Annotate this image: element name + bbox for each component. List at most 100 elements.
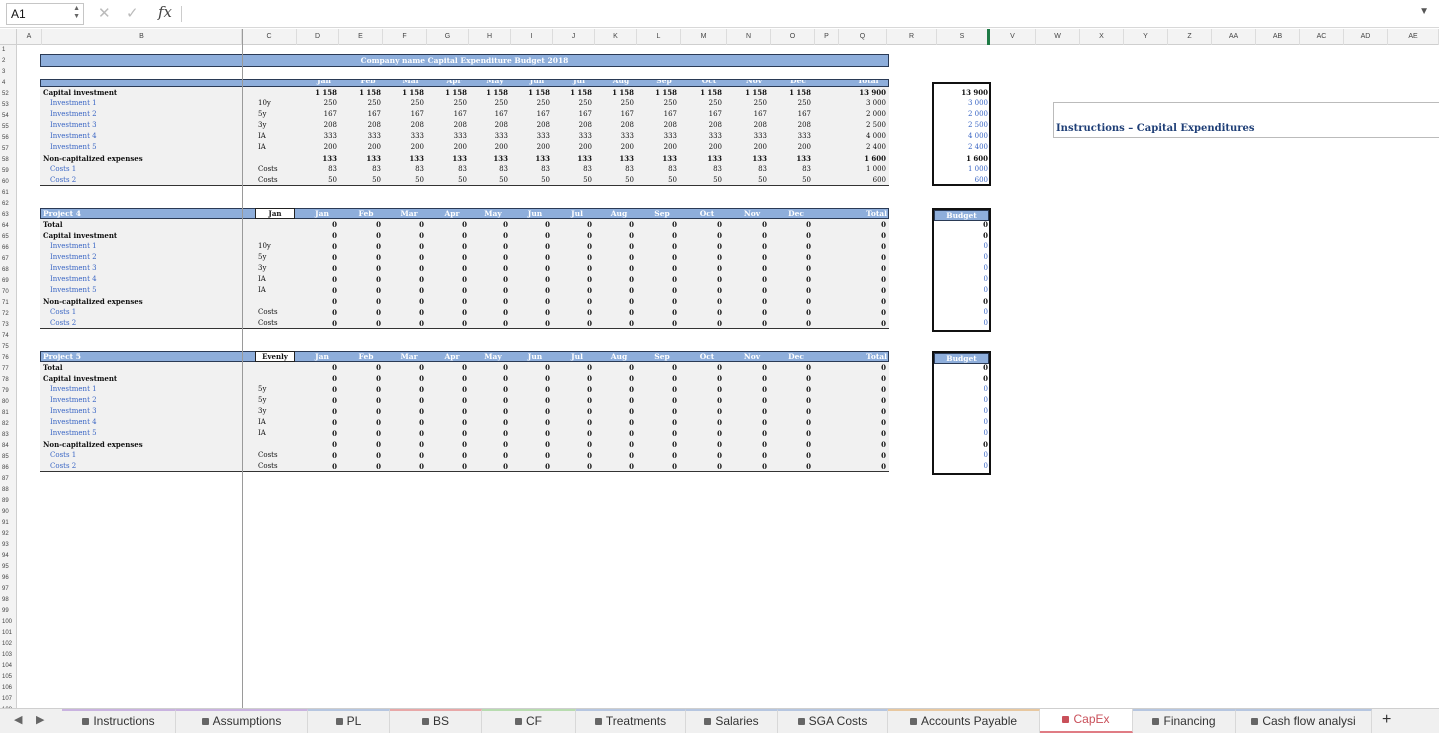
column-header-w[interactable]: W bbox=[1036, 29, 1080, 45]
column-header-k[interactable]: K bbox=[595, 29, 637, 45]
column-header-j[interactable]: J bbox=[553, 29, 595, 45]
row-header-99[interactable]: 99 bbox=[0, 606, 16, 617]
column-header-q[interactable]: Q bbox=[839, 29, 887, 45]
row-header-63[interactable]: 63 bbox=[0, 210, 16, 221]
tab-bs[interactable]: ▲BS bbox=[390, 709, 482, 733]
row-header-65[interactable]: 65 bbox=[0, 232, 16, 243]
row-header-91[interactable]: 91 bbox=[0, 518, 16, 529]
column-header-c[interactable]: C bbox=[242, 29, 297, 45]
column-header-aa[interactable]: AA bbox=[1212, 29, 1256, 45]
row-header-66[interactable]: 66 bbox=[0, 243, 16, 254]
name-box-spinner-icon[interactable]: ▲ ▼ bbox=[73, 5, 80, 21]
tab-cf[interactable]: ▲ CF bbox=[482, 709, 576, 733]
column-header-g[interactable]: G bbox=[427, 29, 469, 45]
row-header-103[interactable]: 103 bbox=[0, 650, 16, 661]
row-header-93[interactable]: 93 bbox=[0, 540, 16, 551]
row-header-1[interactable]: 1 bbox=[0, 45, 16, 56]
column-header-y[interactable]: Y bbox=[1124, 29, 1168, 45]
row-header-83[interactable]: 83 bbox=[0, 430, 16, 441]
row-header-52[interactable]: 52 bbox=[0, 89, 16, 100]
row-header-67[interactable]: 67 bbox=[0, 254, 16, 265]
cancel-icon[interactable]: ✕ bbox=[98, 4, 111, 22]
column-header-m[interactable]: M bbox=[681, 29, 727, 45]
column-header-v[interactable]: V bbox=[990, 29, 1036, 45]
row-header-55[interactable]: 55 bbox=[0, 122, 16, 133]
name-box[interactable]: A1 ▲ ▼ bbox=[6, 3, 84, 25]
row-header-3[interactable]: 3 bbox=[0, 67, 16, 78]
row-header-62[interactable]: 62 bbox=[0, 199, 16, 210]
row-header-96[interactable]: 96 bbox=[0, 573, 16, 584]
tab-accounts-payable[interactable]: ▲Accounts Payable bbox=[888, 709, 1040, 733]
row-header-71[interactable]: 71 bbox=[0, 298, 16, 309]
row-header-84[interactable]: 84 bbox=[0, 441, 16, 452]
confirm-icon[interactable]: ✓ bbox=[126, 4, 139, 22]
row-header-106[interactable]: 106 bbox=[0, 683, 16, 694]
column-header-ad[interactable]: AD bbox=[1344, 29, 1388, 45]
column-header-ac[interactable]: AC bbox=[1300, 29, 1344, 45]
tab-assumptions[interactable]: ▲Assumptions bbox=[176, 709, 308, 733]
sheet-grid[interactable]: Instructions – Capital Expenditures Comp… bbox=[17, 45, 1439, 708]
row-header-69[interactable]: 69 bbox=[0, 276, 16, 287]
row-header-107[interactable]: 107 bbox=[0, 694, 16, 705]
column-header-e[interactable]: E bbox=[339, 29, 383, 45]
row-header-97[interactable]: 97 bbox=[0, 584, 16, 595]
row-header-54[interactable]: 54 bbox=[0, 111, 16, 122]
row-header-101[interactable]: 101 bbox=[0, 628, 16, 639]
column-header-x[interactable]: X bbox=[1080, 29, 1124, 45]
tab-financing[interactable]: ▲Financing bbox=[1133, 709, 1236, 733]
prev-sheet-icon[interactable]: ◀ bbox=[14, 713, 22, 726]
row-header-86[interactable]: 86 bbox=[0, 463, 16, 474]
formula-expand-icon[interactable]: ▼ bbox=[1419, 6, 1429, 17]
row-header-77[interactable]: 77 bbox=[0, 364, 16, 375]
tab-pl[interactable]: ▲PL bbox=[308, 709, 390, 733]
row-header-95[interactable]: 95 bbox=[0, 562, 16, 573]
row-header-58[interactable]: 58 bbox=[0, 155, 16, 166]
row-header-105[interactable]: 105 bbox=[0, 672, 16, 683]
block2-distribution-mode[interactable]: Jan bbox=[255, 208, 295, 219]
row-header-94[interactable]: 94 bbox=[0, 551, 16, 562]
function-icon[interactable]: fx bbox=[158, 3, 172, 21]
row-header-68[interactable]: 68 bbox=[0, 265, 16, 276]
column-header-f[interactable]: F bbox=[383, 29, 427, 45]
column-header-ab[interactable]: AB bbox=[1256, 29, 1300, 45]
row-header-72[interactable]: 72 bbox=[0, 309, 16, 320]
column-header-r[interactable]: R bbox=[887, 29, 937, 45]
tab-instructions[interactable]: ▲Instructions bbox=[62, 709, 176, 733]
row-header-81[interactable]: 81 bbox=[0, 408, 16, 419]
row-header-104[interactable]: 104 bbox=[0, 661, 16, 672]
row-header-98[interactable]: 98 bbox=[0, 595, 16, 606]
row-header-88[interactable]: 88 bbox=[0, 485, 16, 496]
row-header-73[interactable]: 73 bbox=[0, 320, 16, 331]
row-header-56[interactable]: 56 bbox=[0, 133, 16, 144]
row-header-2[interactable]: 2 bbox=[0, 56, 16, 67]
tab-salaries[interactable]: ▲Salaries bbox=[686, 709, 778, 733]
row-header-61[interactable]: 61 bbox=[0, 188, 16, 199]
column-header-d[interactable]: D bbox=[297, 29, 339, 45]
column-header-n[interactable]: N bbox=[727, 29, 771, 45]
block3-distribution-mode[interactable]: Evenly bbox=[255, 351, 295, 362]
column-header-p[interactable]: P bbox=[815, 29, 839, 45]
row-header-89[interactable]: 89 bbox=[0, 496, 16, 507]
column-header-b[interactable]: B bbox=[42, 29, 242, 45]
column-header-i[interactable]: I bbox=[511, 29, 553, 45]
next-sheet-icon[interactable]: ▶ bbox=[36, 713, 44, 726]
row-header-59[interactable]: 59 bbox=[0, 166, 16, 177]
row-header-53[interactable]: 53 bbox=[0, 100, 16, 111]
column-header-a[interactable]: A bbox=[17, 29, 42, 45]
add-sheet-button[interactable]: + bbox=[1382, 711, 1391, 729]
row-header-60[interactable]: 60 bbox=[0, 177, 16, 188]
row-header-80[interactable]: 80 bbox=[0, 397, 16, 408]
row-header-92[interactable]: 92 bbox=[0, 529, 16, 540]
column-header-z[interactable]: Z bbox=[1168, 29, 1212, 45]
row-header-70[interactable]: 70 bbox=[0, 287, 16, 298]
tab-capex[interactable]: ▲CapEx bbox=[1040, 709, 1133, 733]
tab-cash-flow-analysi[interactable]: ▲Cash flow analysi bbox=[1236, 709, 1372, 733]
column-header-ae[interactable]: AE bbox=[1388, 29, 1439, 45]
row-header-82[interactable]: 82 bbox=[0, 419, 16, 430]
row-header-102[interactable]: 102 bbox=[0, 639, 16, 650]
column-header-s[interactable]: S bbox=[937, 29, 990, 45]
tab-treatments[interactable]: ▲Treatments bbox=[576, 709, 686, 733]
row-header-76[interactable]: 76 bbox=[0, 353, 16, 364]
column-header-l[interactable]: L bbox=[637, 29, 681, 45]
row-header-85[interactable]: 85 bbox=[0, 452, 16, 463]
